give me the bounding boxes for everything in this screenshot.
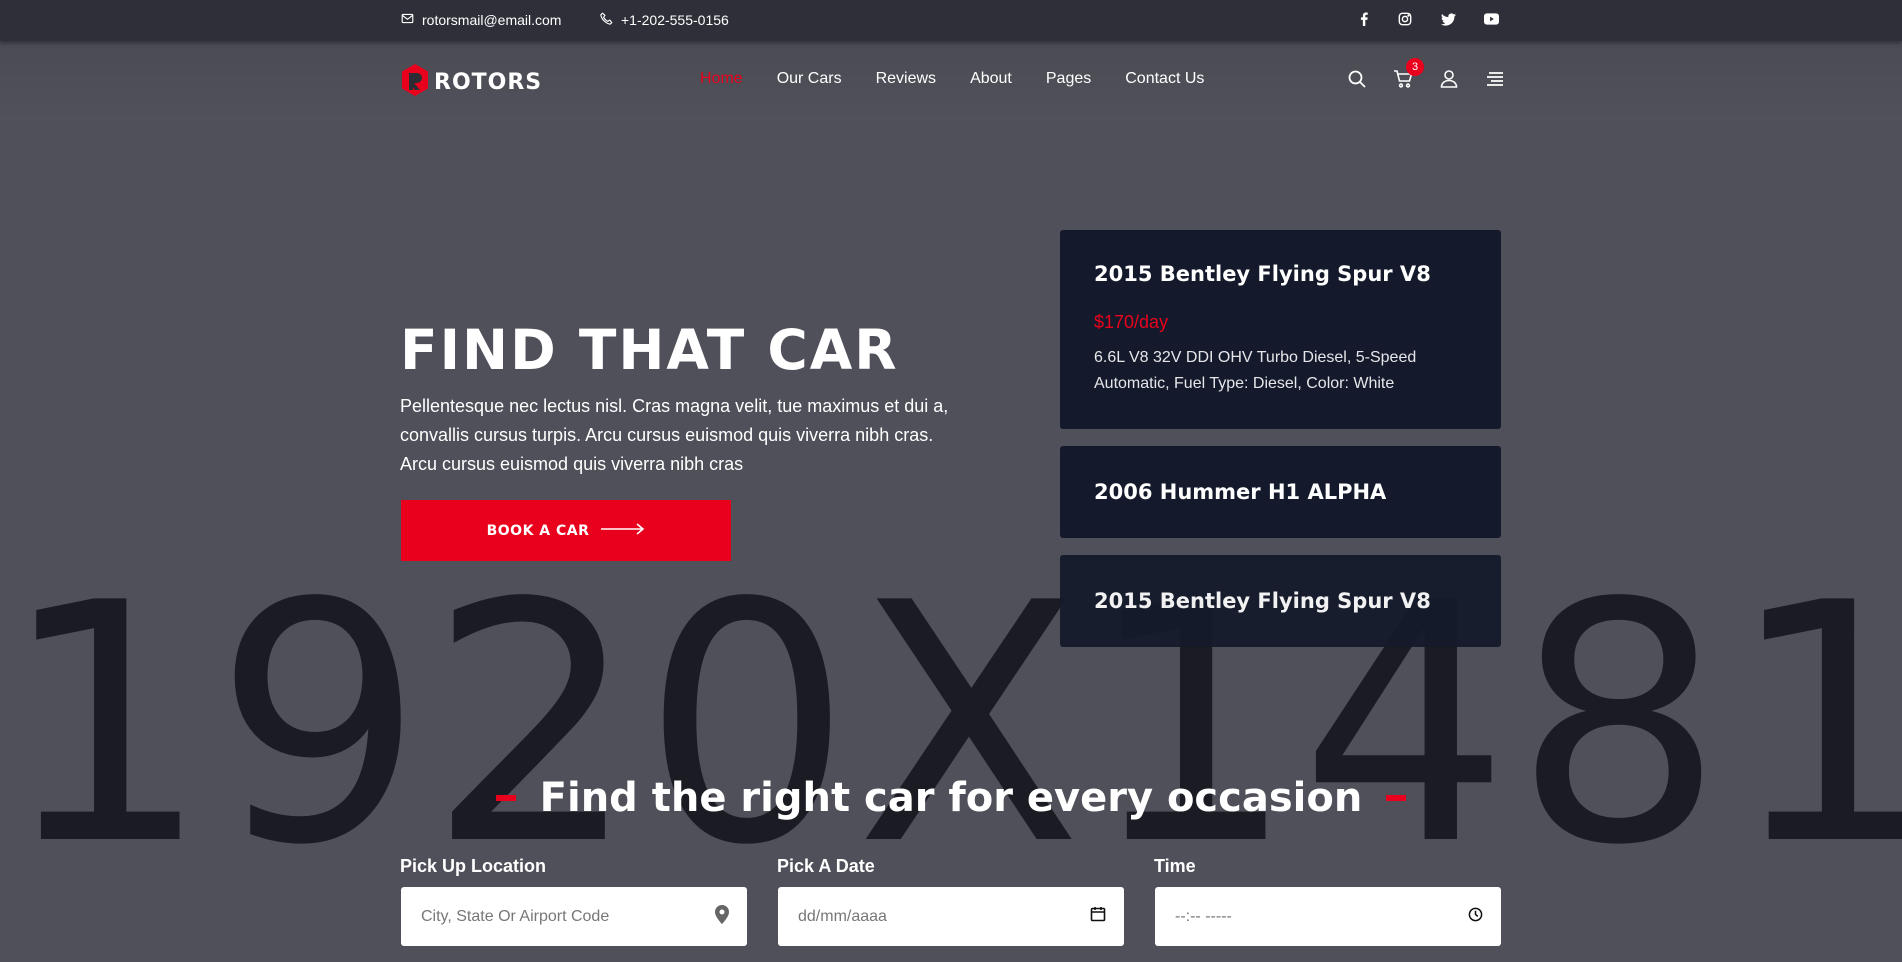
pick-date-placeholder: dd/mm/aaaa [798, 907, 887, 925]
social-links [1356, 11, 1499, 27]
nav-pages[interactable]: Pages [1046, 70, 1091, 88]
time-placeholder: --:-- ----- [1175, 907, 1232, 925]
main-nav: Home Our Cars Reviews About Pages Contac… [700, 70, 1238, 88]
car-name: 2015 Bentley Flying Spur V8 [1094, 262, 1431, 286]
car-spec: 6.6L V8 32V DDI OHV Turbo Diesel, 5-Spee… [1094, 349, 1417, 392]
facebook-icon[interactable] [1356, 11, 1372, 27]
cart-count-badge: 3 [1406, 58, 1424, 76]
phone-icon [600, 12, 613, 28]
site-logo[interactable]: ROTORS [400, 63, 542, 102]
nav-reviews[interactable]: Reviews [876, 70, 936, 88]
car-price: $170/day [1094, 312, 1169, 332]
arrow-right-icon [601, 522, 645, 539]
envelope-icon [401, 12, 414, 28]
car-name: 2006 Hummer H1 ALPHA [1094, 480, 1387, 504]
pickup-location-placeholder: City, State Or Airport Code [421, 907, 610, 925]
book-a-car-button[interactable]: BOOK A CAR [401, 500, 731, 561]
search-section-title: Find the right car for every occasion [0, 775, 1902, 821]
car-card[interactable]: 2015 Bentley Flying Spur V8 [1060, 555, 1501, 647]
hero-description: Pellentesque nec lectus nisl. Cras magna… [400, 396, 949, 474]
nav-contact-us[interactable]: Contact Us [1125, 70, 1204, 88]
instagram-icon[interactable] [1397, 11, 1413, 27]
time-label: Time [1154, 856, 1196, 876]
search-icon[interactable] [1346, 68, 1368, 90]
book-a-car-label: BOOK A CAR [486, 522, 590, 539]
nav-our-cars[interactable]: Our Cars [777, 70, 842, 88]
pickup-location-label: Pick Up Location [400, 856, 547, 876]
phone-text: +1-202-555-0156 [621, 12, 729, 28]
hero-title: FIND THAT CAR [400, 318, 899, 382]
logo-text: ROTORS [434, 70, 543, 95]
pickup-location-input[interactable]: City, State Or Airport Code [401, 887, 747, 946]
clock-icon[interactable] [1468, 907, 1483, 927]
nav-about[interactable]: About [970, 70, 1012, 88]
calendar-icon[interactable] [1090, 906, 1106, 927]
menu-icon[interactable] [1484, 68, 1506, 90]
search-title-text: Find the right car for every occasion [539, 775, 1363, 821]
logo-mark-icon [400, 63, 430, 102]
header-icons: 3 [1346, 58, 1530, 90]
phone-contact[interactable]: +1-202-555-0156 [600, 12, 729, 28]
user-icon[interactable] [1438, 68, 1460, 90]
twitter-icon[interactable] [1440, 11, 1456, 27]
main-header: ROTORS Home Our Cars Reviews About Pages… [0, 41, 1902, 121]
email-text: rotorsmail@email.com [422, 12, 562, 28]
time-input[interactable]: --:-- ----- [1155, 887, 1501, 946]
title-dash-right [1386, 795, 1407, 801]
nav-home[interactable]: Home [700, 70, 743, 88]
car-name: 2015 Bentley Flying Spur V8 [1094, 589, 1431, 613]
cart-icon[interactable]: 3 [1392, 58, 1424, 90]
email-contact[interactable]: rotorsmail@email.com [401, 12, 561, 28]
car-card[interactable]: 2015 Bentley Flying Spur V8 $170/day 6.6… [1060, 230, 1501, 429]
location-pin-icon [715, 904, 729, 929]
pick-date-input[interactable]: dd/mm/aaaa [778, 887, 1124, 946]
title-dash-left [495, 795, 516, 801]
pick-date-label: Pick A Date [777, 856, 875, 876]
car-card[interactable]: 2006 Hummer H1 ALPHA [1060, 446, 1501, 538]
youtube-icon[interactable] [1483, 11, 1499, 27]
top-bar: rotorsmail@email.com +1-202-555-0156 [0, 0, 1902, 41]
placeholder-watermark: 1920X1481 [0, 533, 1902, 917]
